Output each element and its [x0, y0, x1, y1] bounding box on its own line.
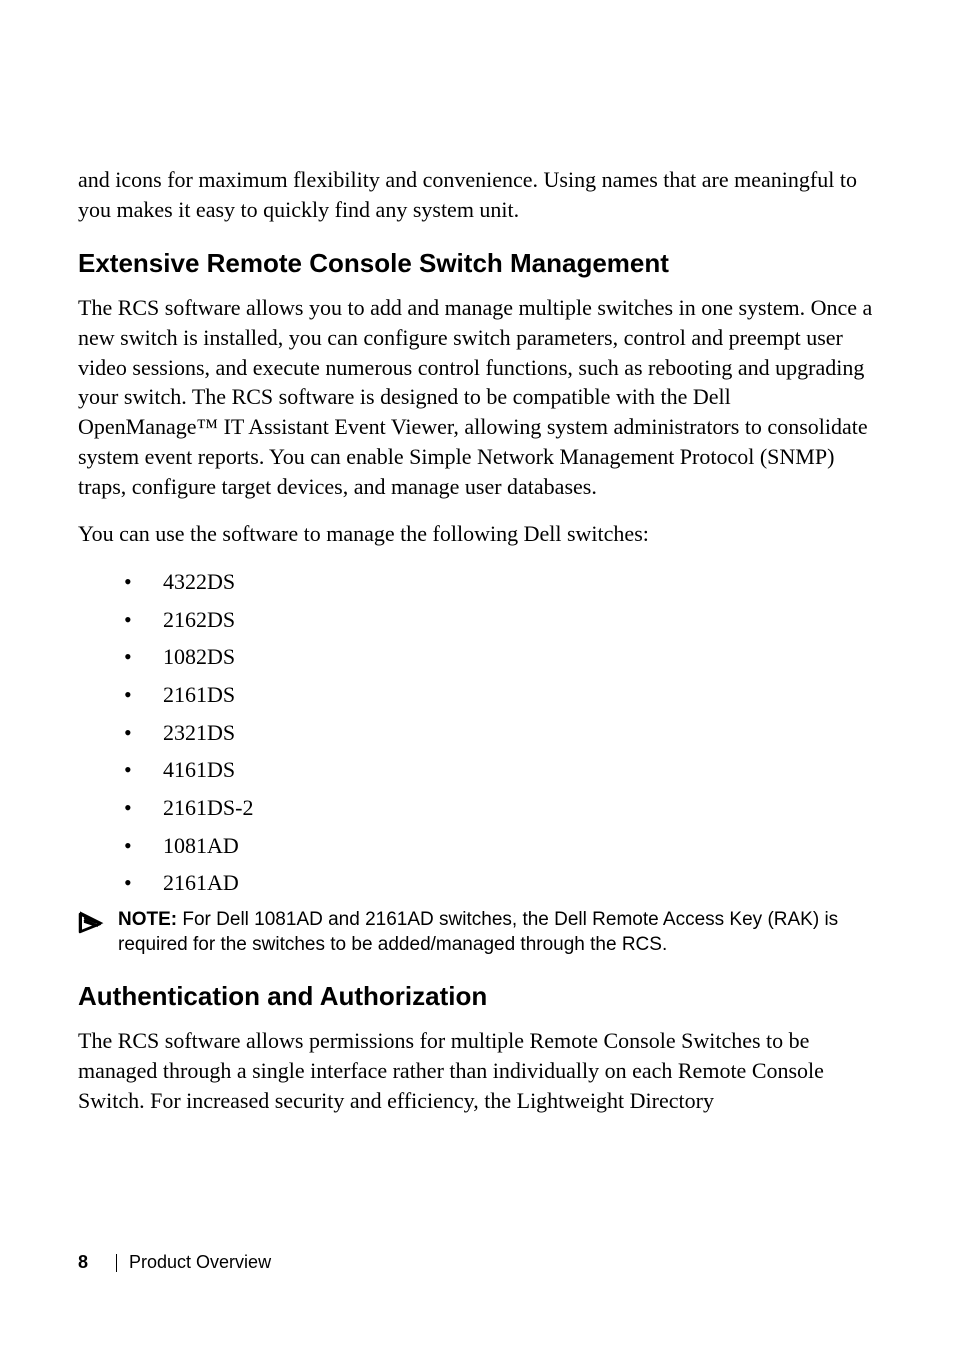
section-heading-auth: Authentication and Authorization: [78, 981, 876, 1012]
intro-paragraph: and icons for maximum flexibility and co…: [78, 165, 876, 224]
list-item: 4322DS: [78, 567, 876, 597]
section1-para1: The RCS software allows you to add and m…: [78, 293, 876, 501]
list-item: 2321DS: [78, 718, 876, 748]
section-heading-remote-management: Extensive Remote Console Switch Manageme…: [78, 248, 876, 279]
list-item: 2161AD: [78, 868, 876, 898]
page-container: and icons for maximum flexibility and co…: [0, 0, 954, 1351]
note-label: NOTE:: [118, 909, 177, 930]
section1-para2: You can use the software to manage the f…: [78, 519, 876, 549]
list-item: 2161DS-2: [78, 793, 876, 823]
footer-separator: [116, 1254, 117, 1272]
list-item: 1082DS: [78, 642, 876, 672]
list-item: 1081AD: [78, 831, 876, 861]
list-item: 2162DS: [78, 605, 876, 635]
note-body: For Dell 1081AD and 2161AD switches, the…: [118, 909, 838, 955]
section2-para1: The RCS software allows permissions for …: [78, 1026, 876, 1115]
switch-model-list: 4322DS 2162DS 1082DS 2161DS 2321DS 4161D…: [78, 567, 876, 898]
page-footer: 8 Product Overview: [78, 1252, 271, 1273]
list-item: 2161DS: [78, 680, 876, 710]
note-block: NOTE: For Dell 1081AD and 2161AD switche…: [78, 908, 876, 957]
list-item: 4161DS: [78, 755, 876, 785]
footer-section-name: Product Overview: [129, 1252, 271, 1272]
page-number: 8: [78, 1252, 88, 1272]
note-icon: [78, 910, 106, 934]
note-text: NOTE: For Dell 1081AD and 2161AD switche…: [118, 908, 876, 957]
